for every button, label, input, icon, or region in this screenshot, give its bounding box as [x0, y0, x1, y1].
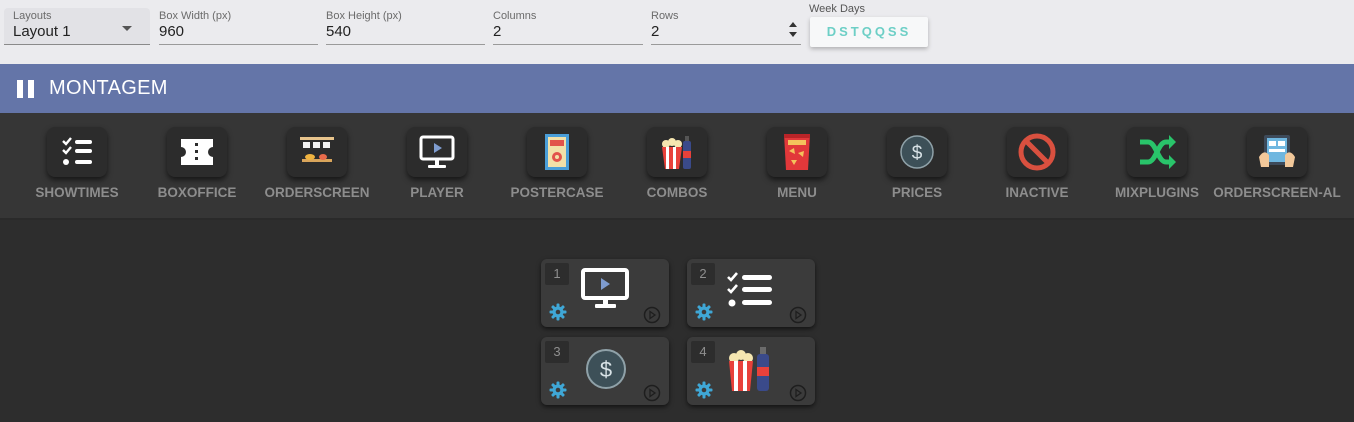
week-days-button[interactable]: DSTQQSS — [810, 17, 928, 47]
grid-cell-2[interactable]: 2 — [687, 259, 815, 327]
page-title: MONTAGEM — [49, 77, 168, 99]
plugin-label: COMBOS — [646, 185, 708, 200]
box-height-value[interactable]: 540 — [326, 23, 351, 40]
play-circle-icon[interactable] — [789, 384, 807, 402]
plugin-label: PRICES — [891, 185, 943, 200]
svg-text:$: $ — [600, 357, 612, 382]
box-width-field[interactable]: Box Width (px) 960 — [159, 8, 318, 45]
play-circle-icon[interactable] — [643, 306, 661, 324]
gear-icon[interactable] — [549, 381, 567, 399]
plugin-combos[interactable]: COMBOS — [617, 127, 737, 207]
plugin-label: MIXPLUGINS — [1114, 185, 1199, 200]
dollar-icon: $ — [586, 349, 626, 389]
stepper-up-icon[interactable] — [789, 22, 797, 27]
plugin-orderscreen[interactable]: ORDERSCREEN — [257, 127, 377, 207]
gear-icon[interactable] — [549, 303, 567, 321]
checklist-icon — [62, 137, 92, 165]
plugin-mixplugins[interactable]: MIXPLUGINS — [1097, 127, 1217, 207]
grid-cell-3[interactable]: 3 $ — [541, 337, 669, 405]
grid-cell-1[interactable]: 1 — [541, 259, 669, 327]
box-width-label: Box Width (px) — [159, 10, 232, 22]
plugin-label: SHOWTIMES — [35, 185, 119, 200]
poster-icon — [545, 134, 569, 170]
rows-stepper[interactable] — [788, 22, 798, 40]
popcorn-soda-icon — [729, 347, 769, 391]
layouts-value: Layout 1 — [13, 23, 71, 40]
ticket-icon — [181, 139, 213, 165]
stepper-down-icon[interactable] — [789, 32, 797, 37]
layouts-select[interactable]: Layouts Layout 1 — [4, 8, 150, 45]
orderscreen-icon — [300, 137, 334, 162]
shuffle-icon — [1140, 135, 1176, 169]
monitor-play-icon — [581, 268, 629, 308]
plugin-showtimes[interactable]: SHOWTIMES — [17, 127, 137, 207]
plugin-label: ORDERSCREEN-AL — [1213, 185, 1341, 200]
header-bar — [0, 64, 1354, 113]
toolbar: Layouts Layout 1 Box Width (px) 960 Box … — [0, 0, 1354, 64]
prohibited-icon — [1018, 133, 1056, 171]
chevron-down-icon[interactable] — [122, 26, 132, 31]
plugin-label: ORDERSCREEN — [264, 185, 370, 200]
cell-number: 3 — [545, 341, 569, 363]
play-circle-icon[interactable] — [643, 384, 661, 402]
layouts-label: Layouts — [13, 10, 52, 22]
grid-cell-4[interactable]: 4 — [687, 337, 815, 405]
rows-label: Rows — [651, 10, 679, 22]
rows-value[interactable]: 2 — [651, 23, 659, 40]
pause-icon[interactable] — [17, 80, 35, 98]
columns-value[interactable]: 2 — [493, 23, 501, 40]
snack-bag-icon — [784, 134, 810, 170]
plugin-label: MENU — [777, 185, 817, 200]
plugin-label: BOXOFFICE — [157, 185, 237, 200]
gear-icon[interactable] — [695, 303, 713, 321]
plugin-boxoffice[interactable]: BOXOFFICE — [137, 127, 257, 207]
box-height-field[interactable]: Box Height (px) 540 — [326, 8, 485, 45]
play-circle-icon[interactable] — [789, 306, 807, 324]
rows-field[interactable]: Rows 2 — [651, 8, 801, 45]
columns-field[interactable]: Columns 2 — [493, 8, 643, 45]
plugin-inactive[interactable]: INACTIVE — [977, 127, 1097, 207]
box-width-value[interactable]: 960 — [159, 23, 184, 40]
svg-text:$: $ — [912, 143, 923, 164]
gear-icon[interactable] — [695, 381, 713, 399]
dollar-icon: $ — [900, 135, 934, 169]
layout-workspace — [0, 220, 1354, 422]
plugin-orderscreen-al[interactable]: ORDERSCREEN-AL — [1213, 127, 1341, 207]
plugin-label: INACTIVE — [1005, 185, 1069, 200]
monitor-play-icon — [419, 135, 455, 168]
week-days-label: Week Days — [809, 3, 866, 15]
plugin-label: POSTERCASE — [510, 185, 604, 200]
popcorn-soda-icon — [662, 136, 691, 169]
checklist-icon — [727, 272, 772, 307]
plugin-prices[interactable]: $ PRICES — [857, 127, 977, 207]
tablet-hands-icon — [1259, 135, 1295, 167]
cell-number: 2 — [691, 263, 715, 285]
box-height-label: Box Height (px) — [326, 10, 402, 22]
plugin-postercase[interactable]: POSTERCASE — [497, 127, 617, 207]
cell-number: 1 — [545, 263, 569, 285]
cell-number: 4 — [691, 341, 715, 363]
columns-label: Columns — [493, 10, 537, 22]
plugin-label: PLAYER — [410, 185, 464, 200]
plugin-menu[interactable]: MENU — [737, 127, 857, 207]
plugin-player[interactable]: PLAYER — [377, 127, 497, 207]
